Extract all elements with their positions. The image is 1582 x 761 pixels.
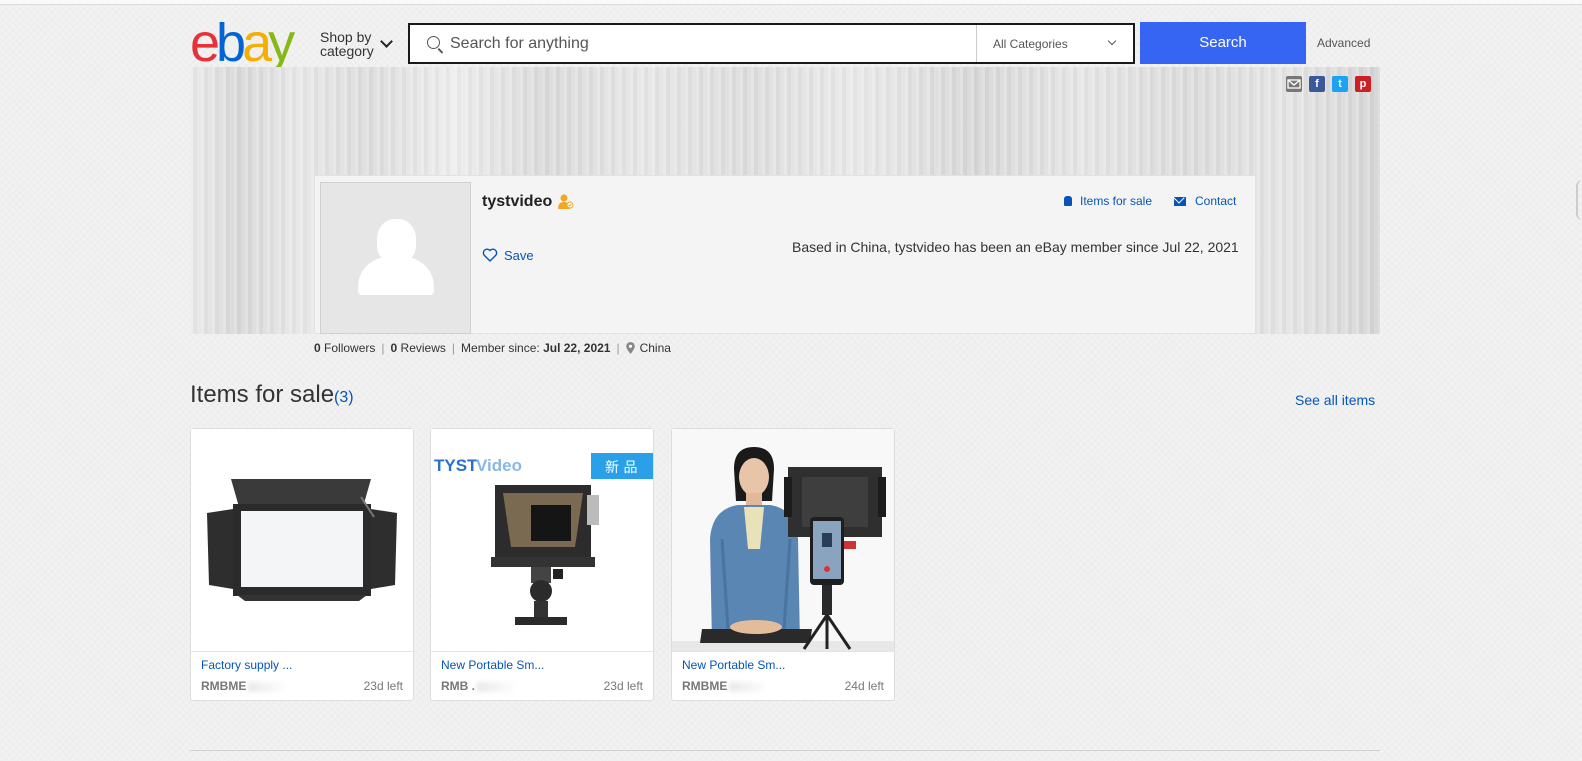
save-seller-button[interactable]: Save [482, 247, 534, 263]
items-count: (3) [334, 389, 354, 406]
facebook-icon-letter: f [1315, 78, 1319, 90]
item-brand-text-a: TYST [434, 456, 478, 475]
logo-letter-a: a [242, 13, 272, 73]
item-card[interactable]: Factory supply ... RMBME 23d left [190, 428, 414, 701]
item-card[interactable]: TYST Video 新 品 New Portable Sm... RMB . … [430, 428, 654, 701]
section-divider [190, 750, 1380, 751]
item-time-left: 23d left [363, 679, 403, 693]
heart-icon [482, 248, 498, 262]
item-image[interactable] [191, 429, 413, 651]
item-price: RMBME [682, 679, 770, 693]
item-price-text: RMBME [682, 679, 728, 693]
items-for-sale-label: Items for sale [1080, 194, 1153, 208]
separator: | [616, 341, 620, 355]
item-price: RMB . [441, 679, 517, 693]
contact-link[interactable]: Contact [1174, 194, 1236, 208]
led-panel-picture [191, 429, 413, 651]
items-for-sale-link[interactable]: Items for sale [1064, 194, 1152, 208]
item-price-text: RMB . [441, 679, 475, 693]
person-with-teleprompter-picture [672, 429, 894, 651]
category-label: category [320, 43, 374, 59]
price-blur [477, 681, 517, 692]
item-divider [431, 651, 653, 652]
avatar [320, 182, 471, 334]
search-button[interactable]: Search [1140, 22, 1306, 64]
shop-by-label: Shop by [320, 29, 372, 45]
shop-by-category-button[interactable]: Shop by category [320, 29, 393, 59]
separator: | [381, 341, 385, 355]
price-blur [729, 681, 770, 692]
item-image[interactable] [672, 429, 894, 651]
twitter-icon-letter: t [1338, 78, 1342, 90]
price-blur [248, 681, 289, 692]
items-heading-text: Items for sale [190, 381, 335, 408]
see-all-items-link[interactable]: See all items [1295, 392, 1375, 408]
chevron-down-icon [380, 35, 393, 48]
item-badge-text: 新 品 [605, 460, 637, 476]
category-select-value: All Categories [993, 37, 1068, 51]
separator: | [451, 341, 456, 355]
seller-username[interactable]: tystvideo [482, 193, 552, 211]
facebook-icon[interactable]: f [1309, 76, 1325, 92]
item-card[interactable]: New Portable Sm... RMBME 24d left [671, 428, 895, 701]
top-border [0, 0, 1582, 5]
member-since-label: Member since: [461, 341, 540, 355]
pinterest-icon[interactable]: p [1355, 76, 1371, 92]
logo-letter-b: b [216, 13, 246, 73]
search-icon [427, 36, 440, 49]
logo-letter-e: e [190, 13, 220, 73]
item-divider [191, 651, 413, 652]
item-time-left: 23d left [603, 679, 643, 693]
save-label: Save [504, 247, 534, 263]
followers-count: 0 [314, 341, 321, 355]
reviews-label: Reviews [400, 341, 446, 355]
advanced-search-link[interactable]: Advanced [1317, 36, 1370, 50]
item-price-text: RMBME [201, 679, 247, 693]
logo-letter-y: y [268, 13, 295, 73]
pinterest-icon-letter: p [1359, 78, 1367, 90]
seller-stats: 0 Followers | 0 Reviews | Member since: … [314, 341, 671, 355]
email-icon[interactable] [1286, 76, 1302, 92]
item-brand-text-b: Video [476, 456, 522, 475]
item-title[interactable]: New Portable Sm... [441, 658, 544, 672]
item-title[interactable]: Factory supply ... [201, 658, 292, 672]
item-divider [672, 651, 894, 652]
tag-icon [1064, 196, 1072, 206]
followers-label: Followers [324, 341, 376, 355]
items-section-heading: Items for sale(3) [190, 381, 354, 409]
category-select[interactable]: All Categories [976, 25, 1135, 62]
location-pin-icon [625, 342, 635, 354]
search-bar: All Categories [408, 23, 1135, 64]
dropdown-arrow-icon [1107, 36, 1117, 46]
top-rated-badge-icon [558, 194, 574, 209]
ebay-logo[interactable]: ebay [190, 16, 310, 70]
avatar-body-shape [358, 257, 434, 295]
twitter-icon[interactable]: t [1332, 76, 1348, 92]
reviews-count: 0 [390, 341, 398, 355]
member-since-value: Jul 22, 2021 [543, 341, 611, 355]
location-text: China [639, 341, 671, 355]
envelope-icon [1174, 196, 1186, 206]
member-description: Based in China, tystvideo has been an eB… [792, 239, 1239, 255]
contact-label: Contact [1195, 194, 1237, 208]
item-title[interactable]: New Portable Sm... [682, 658, 785, 672]
teleprompter-picture: TYST Video 新 品 [431, 429, 653, 651]
item-time-left: 24d left [844, 679, 884, 693]
search-input[interactable] [450, 31, 970, 57]
item-image[interactable]: TYST Video 新 品 [431, 429, 653, 651]
side-tab-handle[interactable] [1576, 180, 1582, 220]
item-price: RMBME [201, 679, 289, 693]
